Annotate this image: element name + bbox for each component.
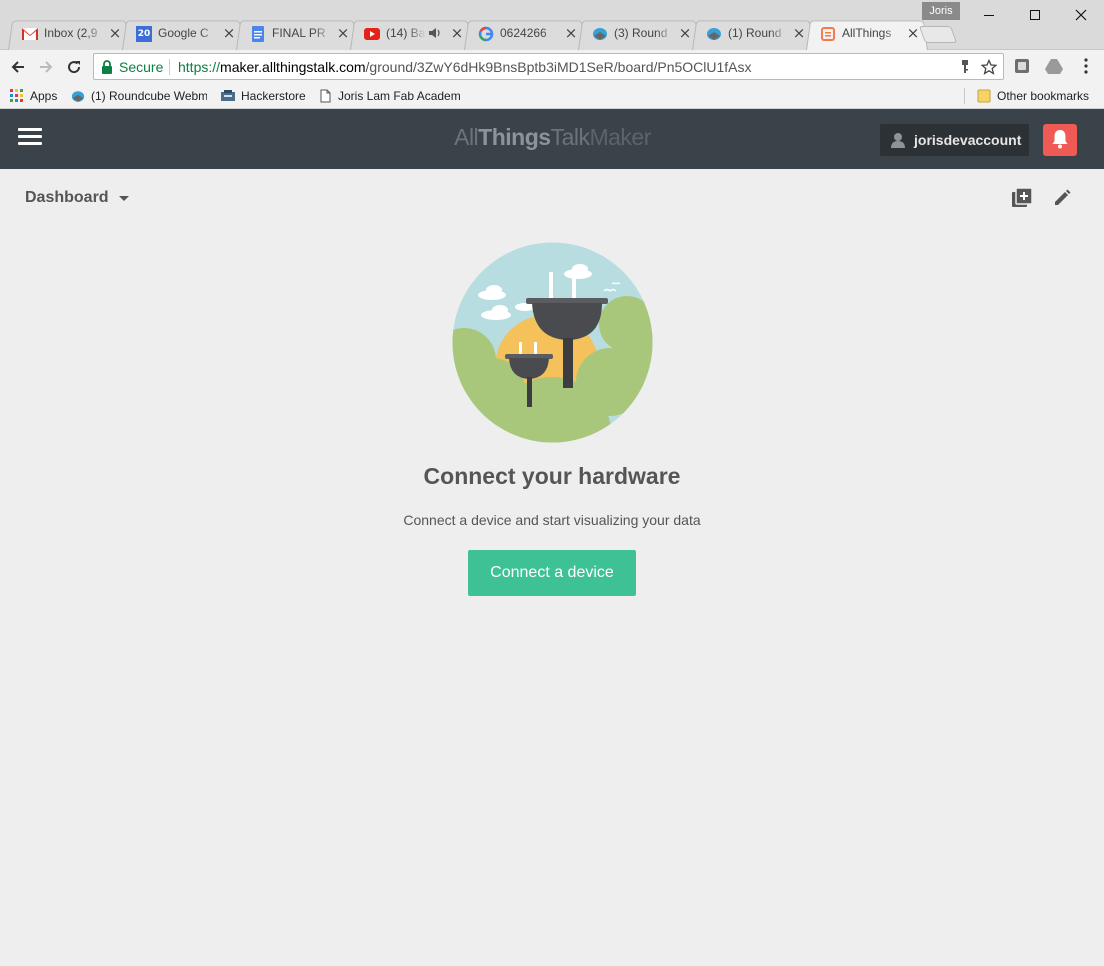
- add-pinboard-icon[interactable]: [1011, 187, 1033, 209]
- gmail-icon: [22, 26, 38, 42]
- browser-tab-roundcube-1[interactable]: (1) Round ×: [692, 18, 814, 50]
- browser-tab-docs[interactable]: FINAL PR ×: [236, 18, 358, 50]
- edit-pencil-icon[interactable]: [1051, 187, 1073, 209]
- allthingstalk-icon: [820, 26, 836, 42]
- plug-illustration: [452, 242, 653, 443]
- username-label: jorisdevaccount: [914, 132, 1022, 148]
- security-label: Secure: [119, 59, 164, 75]
- caret-down-icon: [118, 195, 129, 201]
- browser-tab-label: AllThings: [842, 26, 902, 42]
- bookmark-hackerstore[interactable]: Hackerstore: [221, 87, 306, 105]
- bookmark-label: Apps: [30, 89, 58, 103]
- youtube-icon: [364, 26, 380, 42]
- hamburger-menu-icon[interactable]: [18, 128, 42, 150]
- roundcube-icon: [706, 26, 722, 42]
- roundcube-icon: [71, 89, 85, 103]
- bookmark-apps[interactable]: Apps: [10, 87, 57, 105]
- forward-icon[interactable]: [33, 54, 59, 80]
- close-window-icon[interactable]: [1058, 0, 1104, 30]
- connect-device-button[interactable]: Connect a device: [468, 550, 636, 596]
- url-scheme: https://: [178, 59, 221, 75]
- page-icon: [318, 89, 332, 103]
- browser-tab-google[interactable]: 0624266 ×: [464, 18, 586, 50]
- user-account-button[interactable]: jorisdevaccount: [880, 124, 1029, 156]
- browser-tab-roundcube-3[interactable]: (3) Round ×: [578, 18, 700, 50]
- allthingstalk-logo: AllThingsTalkMaker: [454, 124, 651, 150]
- bookmarks-separator: [964, 88, 965, 104]
- dashboard-selector[interactable]: Dashboard: [25, 187, 129, 209]
- url-path: /ground/3ZwY6dHk9BnsBptb3iMD1SeR/board/P…: [365, 59, 752, 75]
- bookmark-label: (1) Roundcube Webm: [91, 89, 207, 103]
- profile-badge[interactable]: Joris: [922, 2, 960, 20]
- bookmark-fab-academy[interactable]: Joris Lam Fab Academ: [318, 87, 466, 105]
- user-icon: [890, 132, 906, 148]
- empty-state-subtitle: Connect a device and start visualizing y…: [403, 512, 701, 528]
- google-docs-icon: [250, 26, 266, 42]
- maximize-icon[interactable]: [1012, 0, 1058, 30]
- bookmark-label: Joris Lam Fab Academ: [338, 89, 461, 103]
- url-text: https://maker.allthingstalk.com/ground/3…: [178, 59, 752, 75]
- browser-tab-label: Google C: [158, 26, 218, 42]
- key-icon[interactable]: [956, 58, 974, 76]
- other-bookmarks[interactable]: Other bookmarks: [977, 87, 1089, 105]
- browser-tab-label: (3) Round: [614, 26, 674, 42]
- google-icon: [478, 26, 494, 42]
- back-icon[interactable]: [5, 54, 31, 80]
- speaker-icon[interactable]: [428, 27, 442, 42]
- browser-tab-youtube[interactable]: (14) Ba ×: [350, 18, 472, 50]
- address-separator: [169, 59, 170, 75]
- extension-pocket-icon[interactable]: [1012, 56, 1032, 76]
- lock-icon: [101, 60, 113, 74]
- google-drive-icon[interactable]: [1044, 56, 1064, 76]
- empty-state-title: Connect your hardware: [423, 463, 681, 489]
- bookmark-label: Hackerstore: [241, 89, 306, 103]
- browser-tab-gmail[interactable]: Inbox (2,9 ×: [8, 18, 130, 50]
- folder-icon: [977, 89, 991, 103]
- google-calendar-icon: 20: [136, 26, 152, 42]
- minimize-icon[interactable]: [966, 0, 1012, 30]
- browser-toolbar: Secure https://maker.allthingstalk.com/g…: [0, 50, 1104, 83]
- url-host: maker.allthingstalk.com: [220, 59, 366, 75]
- browser-tab-calendar[interactable]: 20 Google C ×: [122, 18, 244, 50]
- dashboard-label: Dashboard: [25, 189, 109, 206]
- browser-tab-allthingstalk[interactable]: AllThings ×: [806, 18, 928, 50]
- bell-icon: [1051, 129, 1069, 152]
- bookmarks-bar: Apps (1) Roundcube Webm Hackerstore Jori…: [0, 83, 1104, 109]
- notifications-button[interactable]: [1043, 124, 1077, 156]
- browser-tab-label: Inbox (2,9: [44, 26, 104, 42]
- new-tab-button[interactable]: [918, 26, 958, 43]
- bookmark-star-icon[interactable]: [980, 58, 998, 76]
- browser-tab-label: FINAL PR: [272, 26, 332, 42]
- apps-grid-icon: [10, 89, 24, 103]
- browser-tab-label: 0624266: [500, 26, 560, 42]
- browser-tab-strip: Inbox (2,9 × 20 Google C × FINAL PR × (1…: [0, 0, 1104, 50]
- browser-tab-label: (14) Ba: [386, 26, 426, 42]
- browser-tab-label: (1) Round: [728, 26, 788, 42]
- address-bar[interactable]: Secure https://maker.allthingstalk.com/g…: [93, 53, 1004, 80]
- roundcube-icon: [592, 26, 608, 42]
- other-bookmarks-label: Other bookmarks: [997, 89, 1090, 103]
- reload-icon[interactable]: [61, 54, 87, 80]
- app-header: AllThingsTalkMaker jorisdevaccount: [0, 109, 1104, 169]
- browser-menu-icon[interactable]: [1076, 56, 1096, 76]
- bookmark-roundcube[interactable]: (1) Roundcube Webm: [71, 87, 207, 105]
- hackerstore-icon: [221, 89, 235, 103]
